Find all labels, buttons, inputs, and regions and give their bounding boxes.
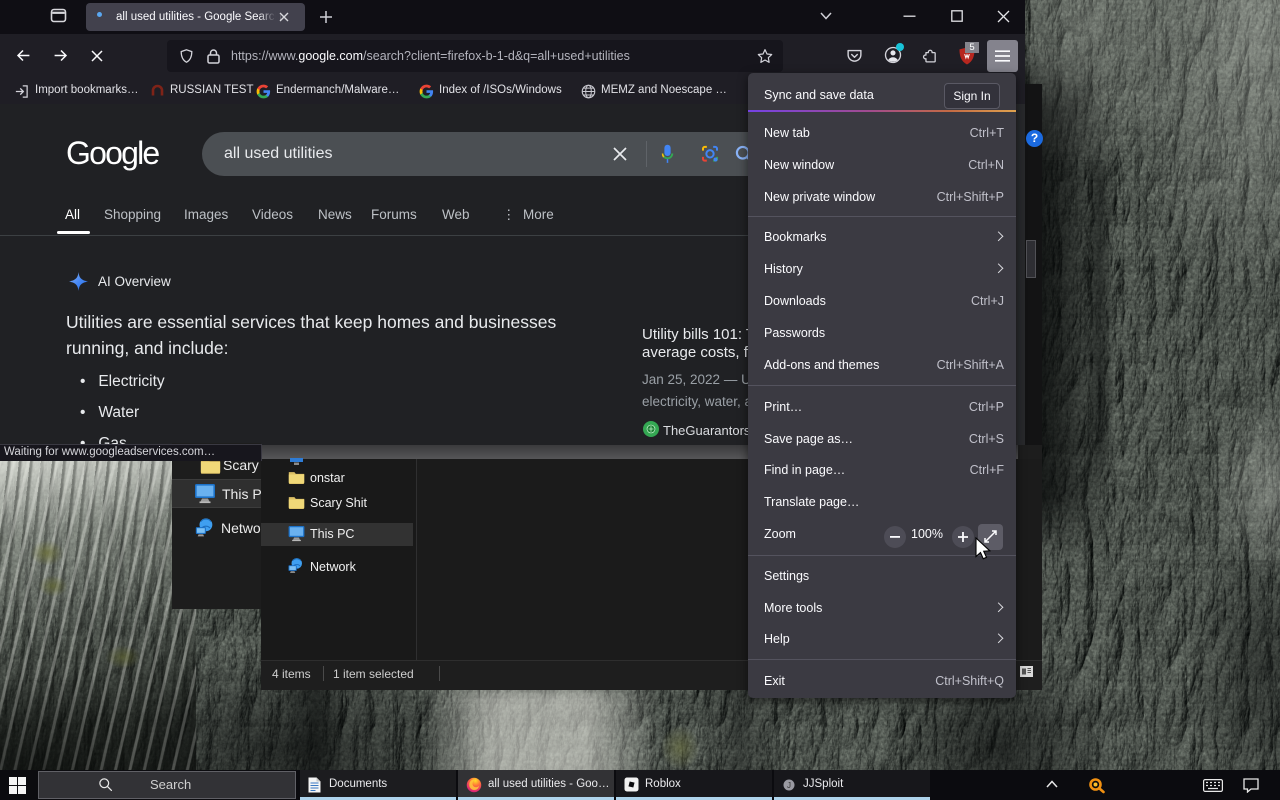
- svg-text:J: J: [787, 781, 791, 790]
